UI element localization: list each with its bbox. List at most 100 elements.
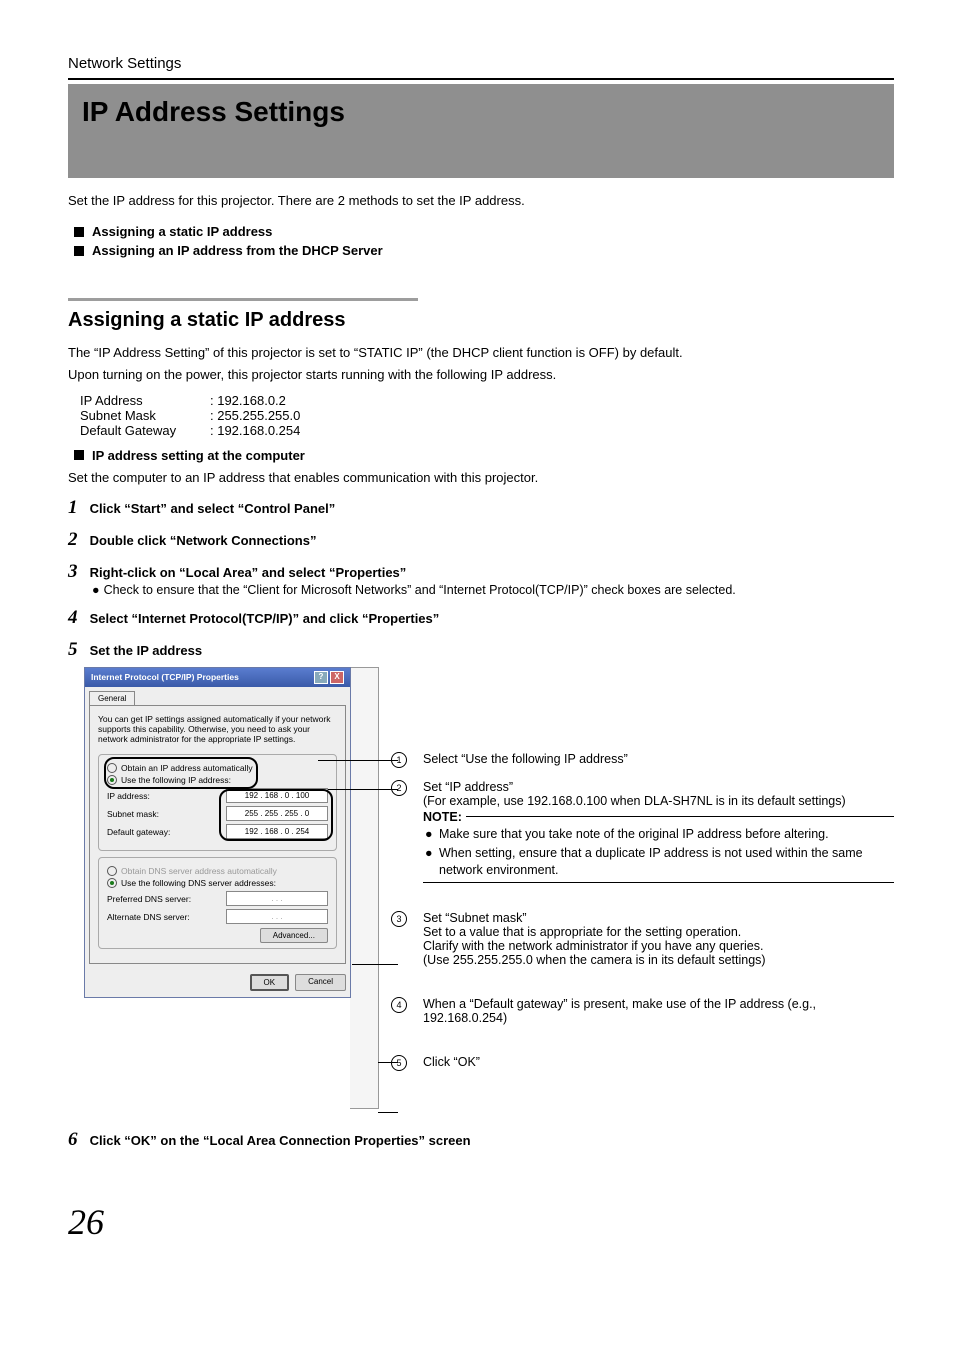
note-text: When setting, ensure that a duplicate IP…	[439, 845, 894, 879]
default-gateway-label: Default gateway:	[107, 827, 170, 837]
default-mask-label: Subnet Mask	[80, 408, 210, 423]
step-6: 6 Click “OK” on the “Local Area Connecti…	[68, 1129, 894, 1151]
radio-icon	[107, 878, 117, 888]
dialog-description: You can get IP settings assigned automat…	[98, 714, 337, 745]
step-number: 1	[68, 497, 86, 519]
step-text: Click “Start” and select “Control Panel”	[90, 501, 336, 516]
callout-3: 3 Set “Subnet mask” Set to a value that …	[423, 911, 894, 967]
close-icon[interactable]: X	[330, 671, 344, 684]
step-sub-text: Check to ensure that the “Client for Mic…	[104, 583, 736, 597]
callout-text: When a “Default gateway” is present, mak…	[423, 997, 894, 1025]
highlight-ring-2	[219, 789, 333, 841]
radio-dns-auto: Obtain DNS server address automatically	[107, 866, 328, 876]
preferred-dns-input[interactable]: . . .	[226, 891, 328, 906]
section-divider	[68, 298, 418, 301]
section-paragraph: The “IP Address Setting” of this project…	[68, 344, 894, 362]
section-paragraph: Upon turning on the power, this projecto…	[68, 366, 894, 384]
ip-address-label: IP address:	[107, 791, 150, 801]
step-2: 2 Double click “Network Connections”	[68, 529, 894, 551]
subnet-mask-label: Subnet mask:	[107, 809, 159, 819]
callout-5: 5 Click “OK”	[423, 1055, 894, 1069]
callout-1: 1 Select “Use the following IP address”	[423, 752, 894, 766]
leader-line	[378, 1112, 398, 1113]
dot-bullet-icon: ●	[92, 583, 100, 597]
step-text: Set the IP address	[90, 643, 202, 658]
leader-line	[352, 964, 398, 965]
callout-number-icon: 2	[391, 780, 407, 796]
bullet-text: Assigning a static IP address	[92, 224, 272, 239]
callout-2: 2 Set “IP address” (For example, use 192…	[423, 780, 894, 884]
sub-description: Set the computer to an IP address that e…	[68, 469, 894, 487]
bullet-text: Assigning an IP address from the DHCP Se…	[92, 243, 383, 258]
note-rule	[423, 882, 894, 883]
step-number: 6	[68, 1129, 86, 1151]
callout-number-icon: 3	[391, 911, 407, 927]
callout-text: Select “Use the following IP address”	[423, 752, 628, 766]
top-bullet-1: Assigning a static IP address	[74, 224, 894, 239]
step-number: 4	[68, 607, 86, 629]
dot-bullet-icon: ●	[425, 826, 439, 843]
note-rule	[466, 816, 894, 817]
preferred-dns-label: Preferred DNS server:	[107, 894, 191, 904]
step-text: Double click “Network Connections”	[90, 533, 317, 548]
callout-4: 4 When a “Default gateway” is present, m…	[423, 997, 894, 1025]
step-5: 5 Set the IP address	[68, 639, 894, 661]
step-number: 3	[68, 561, 86, 583]
default-ip-label: IP Address	[80, 393, 210, 408]
alternate-dns-label: Alternate DNS server:	[107, 912, 190, 922]
callout-text: Click “OK”	[423, 1055, 894, 1069]
radio-dns-use[interactable]: Use the following DNS server addresses:	[107, 878, 328, 888]
advanced-button[interactable]: Advanced...	[260, 928, 328, 943]
step-text: Click “OK” on the “Local Area Connection…	[90, 1133, 471, 1148]
default-gw-value: : 192.168.0.254	[210, 423, 300, 438]
page-number: 26	[68, 1201, 894, 1243]
help-icon[interactable]: ?	[314, 671, 328, 684]
section-heading: Assigning a static IP address	[68, 309, 894, 332]
square-bullet-icon	[74, 246, 84, 256]
callout-number-icon: 5	[391, 1055, 407, 1071]
step-3: 3 Right-click on “Local Area” and select…	[68, 561, 894, 597]
defaults-table: IP Address: 192.168.0.2 Subnet Mask: 255…	[80, 393, 894, 438]
page-title: IP Address Settings	[82, 96, 880, 128]
highlight-ring-1	[104, 757, 258, 789]
cancel-button[interactable]: Cancel	[295, 974, 346, 991]
step-number: 2	[68, 529, 86, 551]
stacked-panel	[350, 667, 379, 1109]
radio-label: Obtain DNS server address automatically	[121, 866, 277, 876]
ip-fieldset: Obtain an IP address automatically Use t…	[98, 754, 337, 851]
divider	[68, 78, 894, 80]
callout-text: (For example, use 192.168.0.100 when DLA…	[423, 794, 894, 808]
callout-text: Set “IP address”	[423, 780, 894, 794]
ok-button[interactable]: OK	[250, 974, 290, 991]
radio-icon	[107, 866, 117, 876]
breadcrumb: Network Settings	[68, 55, 894, 72]
dialog-titlebar: Internet Protocol (TCP/IP) Properties ? …	[85, 668, 350, 687]
top-bullet-2: Assigning an IP address from the DHCP Se…	[74, 243, 894, 258]
default-ip-value: : 192.168.0.2	[210, 393, 286, 408]
note-text: Make sure that you take note of the orig…	[439, 826, 829, 843]
dns-fieldset: Obtain DNS server address automatically …	[98, 857, 337, 949]
leader-line	[328, 789, 398, 790]
sub-heading-text: IP address setting at the computer	[92, 448, 305, 463]
alternate-dns-input[interactable]: . . .	[226, 909, 328, 924]
sub-heading: IP address setting at the computer	[74, 448, 894, 463]
tab-general[interactable]: General	[89, 691, 135, 705]
square-bullet-icon	[74, 450, 84, 460]
step-text: Select “Internet Protocol(TCP/IP)” and c…	[90, 611, 440, 626]
radio-label: Use the following DNS server addresses:	[121, 878, 276, 888]
callout-text: (Use 255.255.255.0 when the camera is in…	[423, 953, 894, 967]
note-label: NOTE:	[423, 810, 462, 824]
title-block: IP Address Settings	[68, 84, 894, 178]
step-1: 1 Click “Start” and select “Control Pane…	[68, 497, 894, 519]
callout-text: Set “Subnet mask”	[423, 911, 894, 925]
callout-number-icon: 4	[391, 997, 407, 1013]
callout-number-icon: 1	[391, 752, 407, 768]
square-bullet-icon	[74, 227, 84, 237]
step-3-sub: ● Check to ensure that the “Client for Mi…	[92, 583, 894, 597]
callout-text: Set to a value that is appropriate for t…	[423, 925, 894, 939]
step-text: Right-click on “Local Area” and select “…	[90, 565, 407, 580]
step-number: 5	[68, 639, 86, 661]
default-mask-value: : 255.255.255.0	[210, 408, 300, 423]
note-box: NOTE: ●Make sure that you take note of t…	[423, 810, 894, 884]
intro-text: Set the IP address for this projector. T…	[68, 192, 894, 210]
